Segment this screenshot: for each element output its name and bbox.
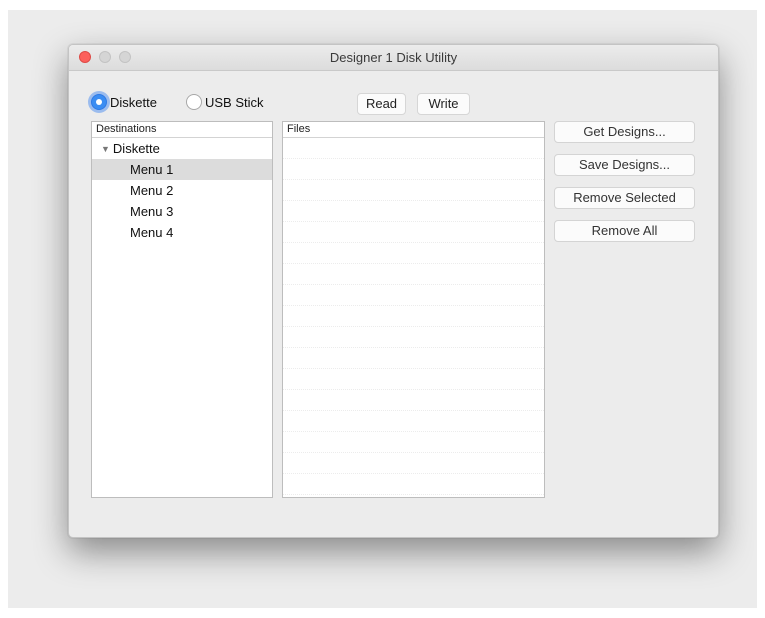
remove-selected-button[interactable]: Remove Selected bbox=[554, 187, 695, 209]
remove-all-button[interactable]: Remove All bbox=[554, 220, 695, 242]
table-row[interactable] bbox=[283, 390, 544, 411]
radio-usb-stick[interactable]: USB Stick bbox=[186, 93, 264, 111]
tree-item-menu-1[interactable]: Menu 1 bbox=[92, 159, 272, 180]
save-designs-button[interactable]: Save Designs... bbox=[554, 154, 695, 176]
app-window: Designer 1 Disk Utility Diskette USB Sti… bbox=[68, 44, 719, 538]
table-row[interactable] bbox=[283, 306, 544, 327]
table-row[interactable] bbox=[283, 159, 544, 180]
files-rows bbox=[283, 138, 544, 495]
table-row[interactable] bbox=[283, 138, 544, 159]
destinations-outline[interactable]: Destinations ▼ Diskette Menu 1 Menu 2 Men… bbox=[91, 121, 273, 498]
radio-indicator-selected[interactable] bbox=[91, 94, 107, 110]
files-table[interactable]: Files bbox=[282, 121, 545, 498]
tree-item-menu-4[interactable]: Menu 4 bbox=[92, 222, 272, 243]
table-row[interactable] bbox=[283, 474, 544, 495]
table-row[interactable] bbox=[283, 180, 544, 201]
table-row[interactable] bbox=[283, 201, 544, 222]
table-row[interactable] bbox=[283, 369, 544, 390]
write-button[interactable]: Write bbox=[417, 93, 470, 115]
table-row[interactable] bbox=[283, 432, 544, 453]
tree-item-menu-2[interactable]: Menu 2 bbox=[92, 180, 272, 201]
table-row[interactable] bbox=[283, 411, 544, 432]
table-row[interactable] bbox=[283, 264, 544, 285]
radio-indicator[interactable] bbox=[186, 94, 202, 110]
window-title: Designer 1 Disk Utility bbox=[329, 50, 458, 65]
disclosure-triangle-down-icon[interactable]: ▼ bbox=[101, 144, 110, 154]
radio-usb-stick-label: USB Stick bbox=[205, 94, 264, 110]
files-column-header[interactable]: Files bbox=[283, 122, 544, 138]
get-designs-button[interactable]: Get Designs... bbox=[554, 121, 695, 143]
title-bar[interactable]: Designer 1 Disk Utility bbox=[69, 45, 718, 71]
table-row[interactable] bbox=[283, 327, 544, 348]
destinations-column-header[interactable]: Destinations bbox=[92, 122, 272, 138]
tree-item-menu-3[interactable]: Menu 3 bbox=[92, 201, 272, 222]
table-row[interactable] bbox=[283, 348, 544, 369]
table-row[interactable] bbox=[283, 243, 544, 264]
radio-diskette-label: Diskette bbox=[110, 94, 157, 110]
tree-item-diskette[interactable]: ▼ Diskette bbox=[92, 138, 272, 159]
table-row[interactable] bbox=[283, 453, 544, 474]
table-row[interactable] bbox=[283, 222, 544, 243]
read-button[interactable]: Read bbox=[357, 93, 406, 115]
radio-diskette[interactable]: Diskette bbox=[91, 93, 157, 111]
table-row[interactable] bbox=[283, 285, 544, 306]
tree-item-label: Diskette bbox=[112, 141, 160, 156]
